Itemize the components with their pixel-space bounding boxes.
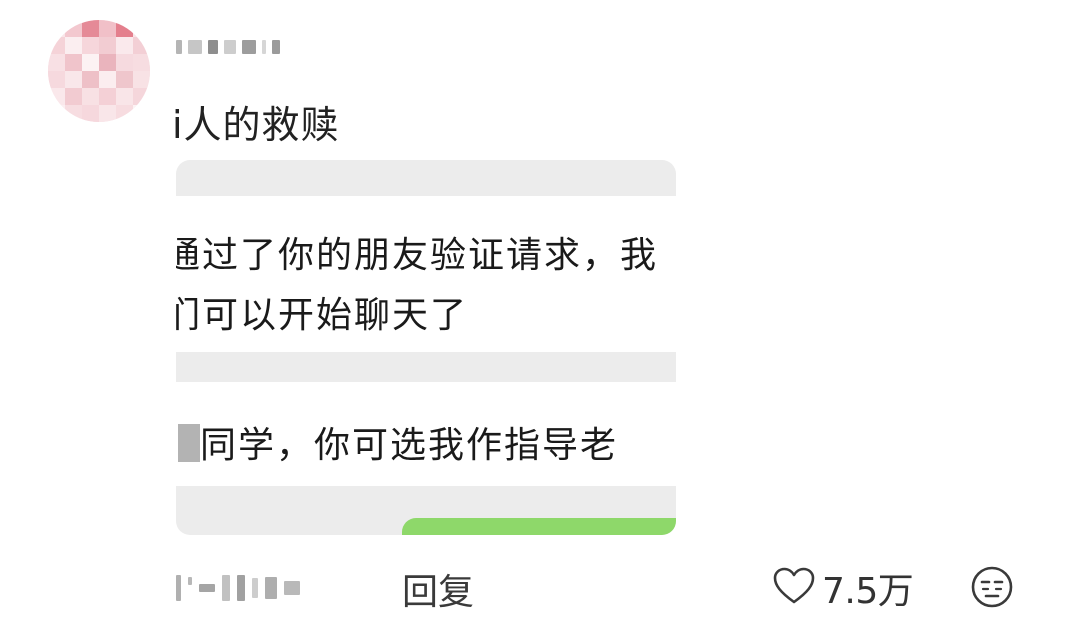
image-text-line-3: 同学，你可选我作指导老 [200, 425, 619, 466]
comment-image[interactable]: 通过了你的朋友验证请求，我 们可以开始聊天了 同学，你可选我作指导老 [176, 160, 676, 535]
comment-text: i人的救赎 [172, 103, 340, 147]
comment-item: i人的救赎 通过了你的朋友验证请求，我 们可以开始聊天了 同学，你可选我作指导老… [0, 0, 1080, 629]
image-blurred-name [178, 424, 200, 462]
like-count: 7.5万 [822, 571, 914, 612]
avatar-mosaic [48, 20, 150, 122]
image-band-middle [176, 352, 676, 382]
like-button[interactable]: 7.5万 [772, 562, 914, 614]
timestamp-blurred [176, 574, 300, 602]
dislike-button[interactable] [970, 565, 1014, 614]
unamused-face-icon [970, 566, 1014, 613]
avatar[interactable] [48, 20, 150, 122]
image-text-line-2: 们可以开始聊天了 [176, 295, 469, 336]
image-band-top [176, 160, 676, 196]
heart-outline-icon [772, 566, 816, 611]
username-blurred[interactable] [176, 38, 280, 56]
image-text-line-1: 通过了你的朋友验证请求，我 [176, 235, 659, 276]
image-green-bubble [402, 518, 676, 535]
reply-button[interactable]: 回复 [402, 563, 474, 615]
